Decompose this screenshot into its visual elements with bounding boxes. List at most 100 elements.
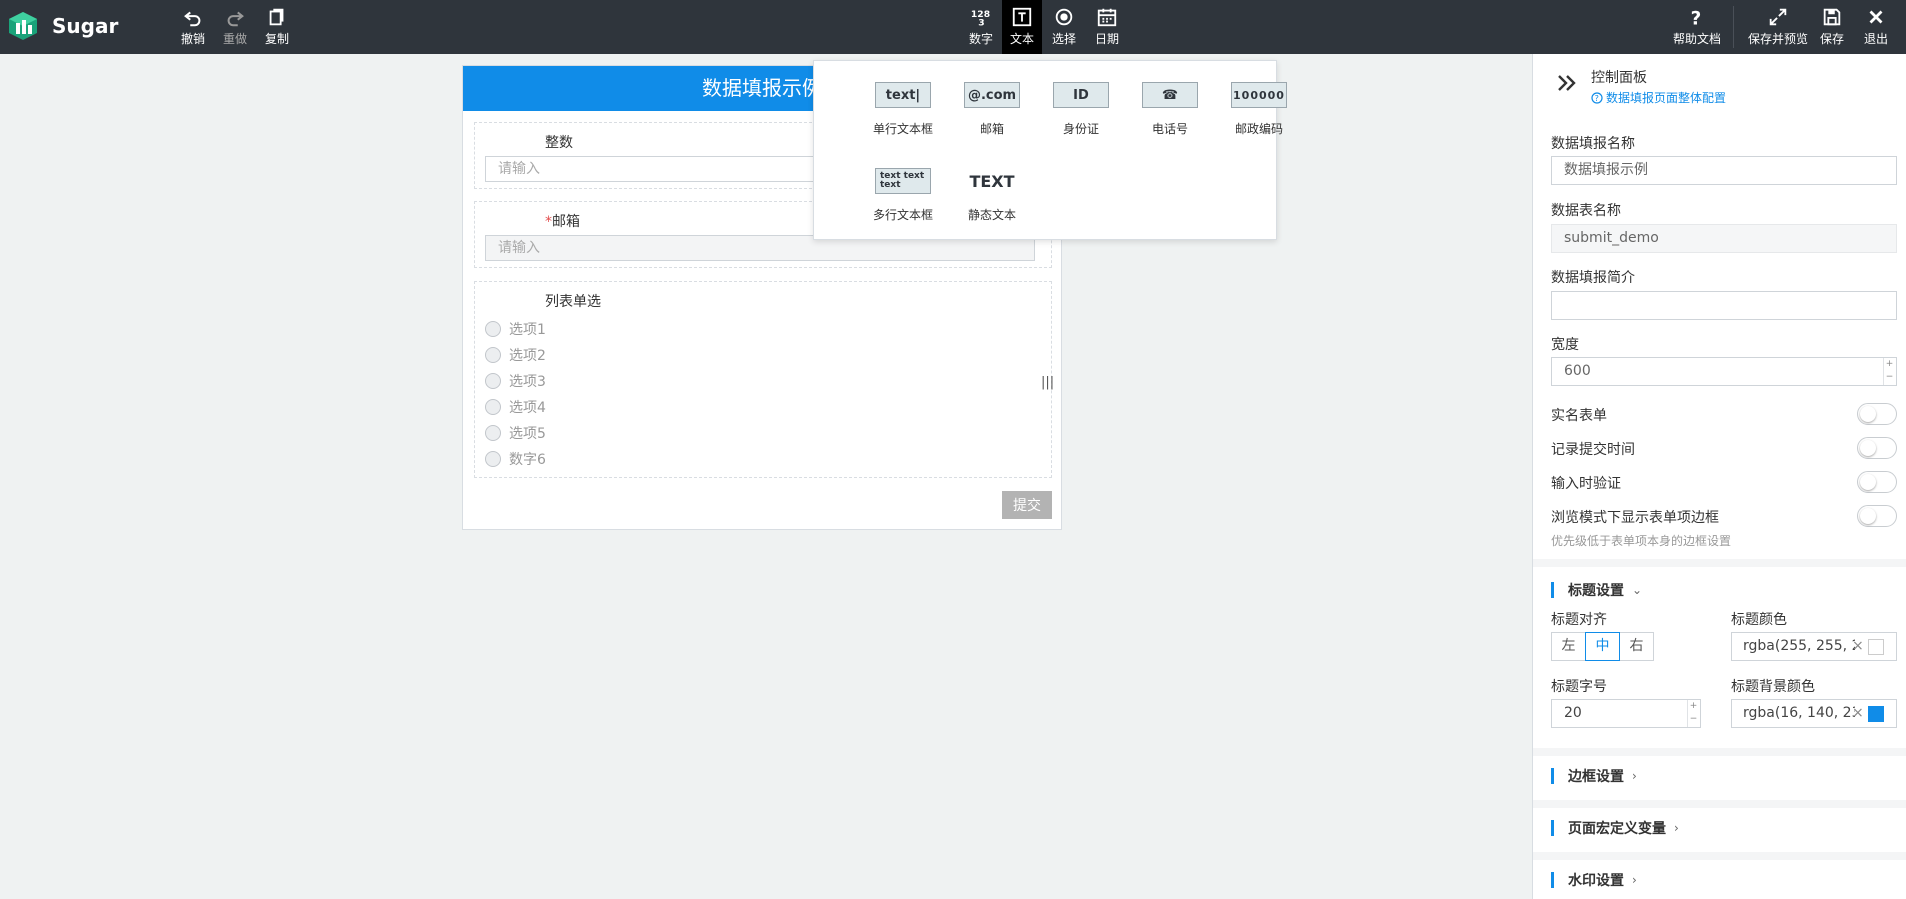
field-label-radio-list: 列表单选 [545, 294, 601, 310]
watermark-settings-header[interactable]: 水印设置 › [1551, 870, 1637, 890]
text-component-button[interactable]: 文本 [1002, 0, 1042, 54]
question-icon: ? [1691, 8, 1702, 28]
component-phone[interactable]: ☎ 电话号 [1130, 82, 1210, 137]
toggle-label: 输入时验证 [1551, 476, 1621, 492]
width-input[interactable]: 600 + − [1551, 357, 1897, 386]
radio-circle[interactable] [485, 347, 501, 363]
clear-icon[interactable]: × [1852, 633, 1864, 660]
copy-icon [269, 8, 284, 26]
validate-toggle-row: 输入时验证 [1551, 471, 1897, 495]
required-mark: * [545, 214, 552, 230]
align-right-option[interactable]: 右 [1619, 632, 1654, 661]
radio-circle[interactable] [485, 451, 501, 467]
save-label: 保存 [1819, 32, 1844, 46]
watermark-settings-label: 水印设置 [1568, 873, 1624, 889]
help-button[interactable]: ? 帮助文档 [1672, 6, 1722, 50]
title-settings-header[interactable]: 标题设置 ⌄ [1551, 580, 1642, 600]
save-preview-button[interactable]: 保存并预览 [1748, 6, 1808, 50]
toolbar-divider [1733, 6, 1734, 48]
align-center-option[interactable]: 中 [1585, 632, 1620, 661]
panel-title: 控制面板 [1591, 70, 1647, 86]
radio-option-label: 选项3 [509, 374, 546, 390]
text-label: 文本 [1009, 32, 1034, 46]
text-component-menu: text| 单行文本框 @.com 邮箱 ID 身份证 ☎ 电话号 100000… [813, 60, 1287, 240]
toggle-label: 浏览模式下显示表单项边框 [1551, 510, 1719, 526]
record-time-toggle[interactable] [1857, 437, 1897, 459]
radio-option[interactable]: 选项2 [485, 345, 546, 365]
align-left-option[interactable]: 左 [1551, 632, 1586, 661]
text-icon [1012, 7, 1032, 27]
save-preview-label: 保存并预览 [1748, 32, 1809, 46]
save-button[interactable]: 保存 [1810, 6, 1854, 50]
section-accent-bar [1551, 582, 1554, 598]
redo-button[interactable]: 重做 [212, 6, 258, 50]
undo-button[interactable]: 撤销 [170, 6, 216, 50]
chevron-right-icon: › [1674, 821, 1679, 835]
exit-button[interactable]: 退出 [1854, 6, 1898, 50]
id-card-icon: ID [1053, 82, 1109, 108]
panel-config-link[interactable]: ? 数据填报页面整体配置 [1591, 89, 1726, 106]
radio-option[interactable]: 选项4 [485, 397, 546, 417]
component-postal-code[interactable]: 100000 邮政编码 [1219, 82, 1299, 137]
component-label: 邮政编码 [1234, 122, 1283, 136]
component-email[interactable]: @.com 邮箱 [952, 82, 1032, 137]
double-chevron-right-icon[interactable] [1555, 71, 1579, 95]
component-label: 电话号 [1151, 122, 1188, 136]
border-settings-header[interactable]: 边框设置 › [1551, 766, 1637, 786]
table-name-input: submit_demo [1551, 224, 1897, 253]
realname-toggle[interactable] [1857, 403, 1897, 425]
table-name-label: 数据表名称 [1551, 203, 1621, 219]
component-static-text[interactable]: TEXT 静态文本 [952, 168, 1032, 223]
show-border-toggle[interactable] [1857, 505, 1897, 527]
macro-variables-header[interactable]: 页面宏定义变量 › [1551, 818, 1679, 838]
resize-handle[interactable]: ||| [1041, 375, 1054, 390]
field-label-integer: 整数 [545, 135, 573, 151]
component-label: 单行文本框 [872, 122, 933, 136]
radio-circle[interactable] [485, 373, 501, 389]
select-component-button[interactable]: 选择 [1041, 6, 1087, 50]
title-bg-input[interactable]: rgba(16, 140, 232, 1) × [1731, 699, 1897, 728]
component-single-line-text[interactable]: text| 单行文本框 [863, 82, 943, 137]
component-label: 邮箱 [979, 122, 1004, 136]
radio-option[interactable]: 选项3 [485, 371, 546, 391]
width-stepper[interactable]: + − [1883, 358, 1895, 385]
validate-toggle[interactable] [1857, 471, 1897, 493]
copy-button[interactable]: 复制 [254, 6, 300, 50]
radio-circle[interactable] [485, 425, 501, 441]
multi-line-text-icon: text text text [875, 168, 931, 194]
radio-circle[interactable] [485, 321, 501, 337]
component-label: 静态文本 [967, 208, 1016, 222]
form-intro-input[interactable] [1551, 291, 1897, 320]
copy-label: 复制 [264, 32, 289, 46]
clear-icon[interactable]: × [1852, 700, 1864, 727]
radio-list-field[interactable]: 列表单选 选项1 选项2 选项3 选项4 选项5 数字6 ||| [474, 281, 1054, 478]
component-multi-line-text[interactable]: text text text 多行文本框 [863, 168, 943, 223]
component-id-card[interactable]: ID 身份证 [1041, 82, 1121, 137]
number-component-button[interactable]: 12 3 8 数字 [958, 6, 1004, 50]
title-color-swatch[interactable] [1868, 639, 1884, 655]
title-size-stepper[interactable]: + − [1687, 700, 1699, 727]
radio-option[interactable]: 选项1 [485, 319, 546, 339]
radio-option-label: 选项5 [509, 426, 546, 442]
toggle-label: 记录提交时间 [1551, 442, 1635, 458]
radio-option[interactable]: 数字6 [485, 449, 546, 469]
calendar-icon [1097, 8, 1117, 27]
radio-circle[interactable] [485, 399, 501, 415]
component-label: 多行文本框 [872, 208, 933, 222]
realname-toggle-row: 实名表单 [1551, 403, 1897, 427]
title-size-input[interactable]: 20 + − [1551, 699, 1701, 728]
brand-name: Sugar [52, 14, 119, 38]
submit-button[interactable]: 提交 [1002, 491, 1052, 519]
date-component-button[interactable]: 日期 [1084, 6, 1130, 50]
title-color-input[interactable]: rgba(255, 255, 255, 1) × [1731, 632, 1897, 661]
undo-icon [184, 11, 201, 27]
record-time-toggle-row: 记录提交时间 [1551, 437, 1897, 461]
postal-code-icon: 100000 [1231, 82, 1287, 108]
radio-option-label: 选项4 [509, 400, 546, 416]
form-intro-label: 数据填报简介 [1551, 270, 1635, 286]
title-bg-swatch[interactable] [1868, 706, 1884, 722]
undo-label: 撤销 [180, 32, 205, 46]
number-icon: 1238 [971, 9, 990, 28]
form-name-input[interactable]: 数据填报示例 [1551, 156, 1897, 185]
radio-option[interactable]: 选项5 [485, 423, 546, 443]
